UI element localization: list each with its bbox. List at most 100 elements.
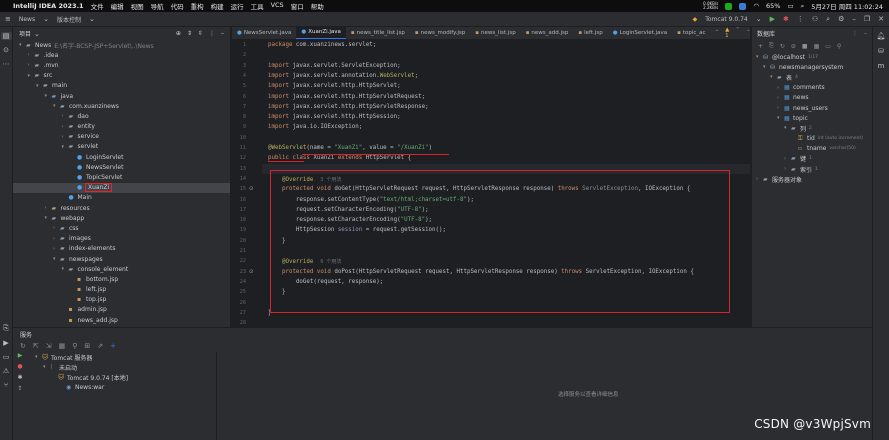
minimize-icon[interactable]: – <box>852 15 856 23</box>
new-tab-icon[interactable]: ⊞ <box>84 342 90 350</box>
restore-icon[interactable]: ❐ <box>864 15 870 23</box>
app-tray-icon[interactable] <box>739 2 747 10</box>
project-tree-item[interactable]: ● NewsServlet <box>13 162 230 172</box>
database-tree-item[interactable]: ▾ ▰ 列 2 <box>752 123 872 133</box>
database-tree-item[interactable]: › ▦ news_users <box>752 103 872 113</box>
wifi-icon[interactable]: ◠ <box>753 2 759 10</box>
chevron-down-icon[interactable]: ▾ <box>53 103 60 109</box>
editor-tab[interactable]: ● NewsServlet.java <box>232 27 296 39</box>
menu-item[interactable]: 导航 <box>151 1 164 11</box>
editor-tab[interactable]: ▪ news_modify.jsp <box>410 27 470 39</box>
stop-icon[interactable]: ● <box>17 363 22 370</box>
database-tree-item[interactable]: ▫ tname varchar(50) <box>752 144 872 154</box>
refresh-icon[interactable]: ↻ <box>20 342 26 350</box>
chevron-right-icon[interactable]: › <box>62 113 69 119</box>
chevron-right-icon[interactable]: › <box>45 205 52 211</box>
database-tree-item[interactable]: › ▰ 键 1 <box>752 154 872 164</box>
editor-tab[interactable]: ▪ news_add.jsp <box>521 27 574 39</box>
code-line[interactable]: import javax.servlet.ServletException; <box>268 63 401 69</box>
battery-level[interactable]: 65% <box>766 2 780 10</box>
chevron-right-icon[interactable]: › <box>53 225 60 231</box>
menu-item[interactable]: 窗口 <box>291 1 304 11</box>
notifications-icon[interactable]: 🔔︎ <box>877 32 886 40</box>
app-name[interactable]: IntelliJ IDEA 2023.1 <box>13 2 84 10</box>
chevron-down-icon[interactable]: ▾ <box>62 266 69 272</box>
chevron-right-icon[interactable]: › <box>28 62 35 68</box>
editor-tab[interactable]: ▪ news_title_list.jsp <box>346 27 410 39</box>
database-tool-icon[interactable]: ⛁ <box>878 47 884 55</box>
inspection-warnings[interactable]: ▲ 1 <box>725 27 729 39</box>
chevron-right-icon[interactable]: › <box>784 166 791 172</box>
stop-icon[interactable]: ■ <box>802 43 808 50</box>
chevron-right-icon[interactable]: › <box>784 156 791 162</box>
services-tool-icon[interactable]: ▶ <box>3 339 8 347</box>
database-tree-item[interactable]: ▾ ▦ topic <box>752 113 872 123</box>
chevron-up-icon[interactable]: ⌃ <box>735 27 740 39</box>
menu-item[interactable]: 文件 <box>91 1 104 11</box>
more-tabs-icon[interactable]: ⌄ <box>715 27 720 39</box>
main-menu-icon[interactable]: ≡ <box>5 15 11 23</box>
chevron-right-icon[interactable]: › <box>756 176 763 182</box>
project-tree-item[interactable]: ▾ ▰ com.xuanzinews <box>13 101 230 111</box>
copy-icon[interactable]: ⎘ <box>769 42 774 50</box>
editor-tab[interactable]: ● XuanZi.java <box>296 27 346 39</box>
database-tree-item[interactable]: › ▰ 服务器对象 <box>752 174 872 184</box>
chevron-down-icon[interactable]: ▾ <box>770 74 777 80</box>
filter-icon[interactable]: ⚲ <box>837 43 841 50</box>
menu-item[interactable]: 编辑 <box>111 1 124 11</box>
project-tree-item[interactable]: ● LoginServlet <box>13 152 230 162</box>
project-tree-item[interactable]: › ▰ .idea <box>13 50 230 60</box>
project-tree-item[interactable]: ▾ ▰ src <box>13 71 230 81</box>
project-tree-item[interactable]: ▾ ▰ java <box>13 91 230 101</box>
options-icon[interactable]: ⋮ <box>852 30 858 37</box>
commit-tool-icon[interactable]: ⊙ <box>3 46 9 54</box>
services-divider[interactable] <box>216 352 217 440</box>
project-tree-item[interactable]: › ▰ dao <box>13 111 230 121</box>
project-tree-item[interactable]: ▪ bottom.jsp <box>13 274 230 284</box>
database-tree-item[interactable]: › ▰ 索引 1 <box>752 164 872 174</box>
code-area[interactable]: 1 2 3 4 5 6 7 8 9 10 11 12 13 14 15 16 17 18 19 20 21 22 23 24 2… <box>232 40 750 327</box>
chevron-down-icon[interactable]: ▾ <box>62 144 69 150</box>
problems-tool-icon[interactable]: ⚠ <box>3 367 9 375</box>
search-icon[interactable]: ⌕ <box>801 2 805 11</box>
chevron-down-icon[interactable]: ▾ <box>28 73 35 79</box>
code-line[interactable]: import javax.servlet.http.HttpSession; <box>268 114 401 120</box>
database-tree-item[interactable]: ▾ ⛁ newsmanagersystem <box>752 62 872 72</box>
run-icon[interactable]: ▶ <box>18 352 23 359</box>
project-tree-item[interactable]: › ▰ resources <box>13 203 230 213</box>
group-icon[interactable]: ▦ <box>59 342 66 350</box>
services-tree-item[interactable]: ▾ ⊺ 未启动 <box>29 362 229 372</box>
chevron-down-icon[interactable]: ⌄ <box>746 27 750 39</box>
filter-icon[interactable]: ⚲ <box>72 342 77 350</box>
chevron-down-icon[interactable]: ▾ <box>35 354 42 360</box>
database-tree-item[interactable]: › ▦ comments <box>752 83 872 93</box>
chevron-down-icon[interactable]: ▾ <box>36 83 43 89</box>
jump-to-source-icon[interactable]: ⇗ <box>97 342 103 350</box>
project-tree-item[interactable]: ▾ ▰ newspages <box>13 254 230 264</box>
more-actions-icon[interactable]: ⋮ <box>797 15 804 23</box>
structure-tool-icon[interactable]: ⋯ <box>3 60 10 68</box>
project-tree-item[interactable]: ● XuanZi <box>13 182 230 193</box>
locate-icon[interactable]: ⊕ <box>176 30 181 37</box>
chevron-down-icon[interactable]: ▾ <box>45 215 52 221</box>
database-tree-item[interactable]: ▾ ▰ 表 4 <box>752 72 872 82</box>
collapse-all-icon[interactable]: ⇳ <box>198 30 203 37</box>
code-line[interactable]: package com.xuanzinews.servlet; <box>268 42 376 48</box>
menu-item[interactable]: 帮助 <box>311 1 324 11</box>
chevron-right-icon[interactable]: › <box>777 105 784 111</box>
maven-tool-icon[interactable]: m <box>878 62 885 70</box>
bookmarks-tool-icon[interactable]: ⎘ <box>3 324 9 333</box>
debug-icon[interactable]: ✱ <box>17 374 22 381</box>
code-line[interactable]: import javax.servlet.http.HttpServletRes… <box>268 104 429 110</box>
project-tree-item[interactable]: ▾ ▰ webapp <box>13 213 230 223</box>
chevron-right-icon[interactable]: › <box>777 95 784 101</box>
run-icon[interactable]: ▶ <box>770 15 775 23</box>
search-everywhere-icon[interactable]: ⌕ <box>826 15 830 24</box>
project-tree-item[interactable]: › ▰ css <box>13 223 230 233</box>
vcs-selector[interactable]: 版本控制 <box>57 15 81 24</box>
chevron-down-icon[interactable]: ⌄ <box>34 30 40 38</box>
add-service-icon[interactable]: + <box>110 342 116 350</box>
expand-all-icon[interactable]: ⇱ <box>33 342 39 350</box>
chevron-down-icon[interactable]: ▾ <box>43 364 50 370</box>
chevron-down-icon[interactable]: ▾ <box>45 93 52 99</box>
